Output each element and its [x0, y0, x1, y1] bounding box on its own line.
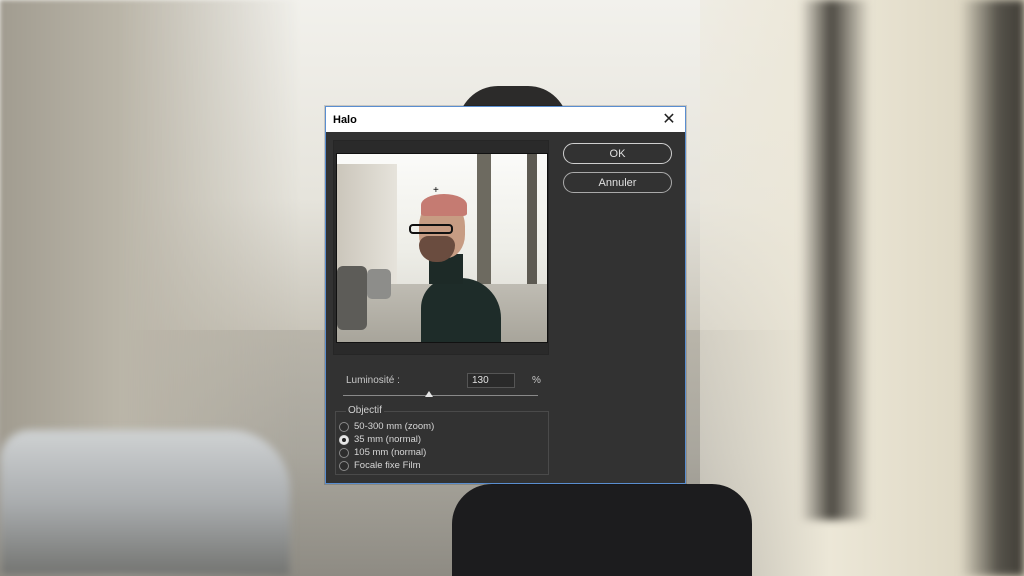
brightness-unit: % [532, 375, 541, 386]
radio-button[interactable] [339, 421, 349, 432]
lens-option-label: Focale fixe Film [354, 460, 421, 471]
brightness-label: Luminosité : [346, 375, 400, 386]
lens-option-movie-prime[interactable]: Focale fixe Film [339, 459, 421, 472]
lens-option-35mm[interactable]: 35 mm (normal) [339, 433, 421, 446]
lens-option-label: 105 mm (normal) [354, 447, 427, 458]
lens-option-105mm[interactable]: 105 mm (normal) [339, 446, 426, 459]
lens-group-title: Objectif [346, 405, 384, 416]
brightness-row: Luminosité : % [346, 373, 546, 389]
slider-thumb[interactable] [425, 391, 433, 397]
lens-option-label: 35 mm (normal) [354, 434, 422, 445]
lens-type-group: Objectif 50-300 mm (zoom) 35 mm (normal)… [335, 405, 549, 475]
radio-button[interactable] [339, 434, 349, 445]
cancel-button[interactable]: Annuler [563, 172, 672, 193]
slider-track[interactable] [343, 395, 538, 396]
lens-option-label: 50-300 mm (zoom) [354, 421, 435, 432]
halo-dialog: Halo ✕ + OK Annuler Luminosité : % [325, 106, 686, 484]
radio-button[interactable] [339, 447, 349, 458]
dialog-titlebar[interactable]: Halo ✕ [326, 107, 685, 132]
ok-button[interactable]: OK [563, 143, 672, 164]
preview-frame: + [333, 140, 549, 355]
preview-image[interactable]: + [336, 153, 548, 343]
radio-button[interactable] [339, 460, 349, 471]
brightness-slider[interactable] [343, 391, 538, 403]
flare-center-crosshair-icon[interactable]: + [433, 186, 439, 196]
lens-option-50-300mm[interactable]: 50-300 mm (zoom) [339, 420, 434, 433]
close-icon[interactable]: ✕ [659, 109, 679, 129]
brightness-input[interactable] [467, 373, 515, 388]
dialog-title: Halo [333, 113, 357, 126]
